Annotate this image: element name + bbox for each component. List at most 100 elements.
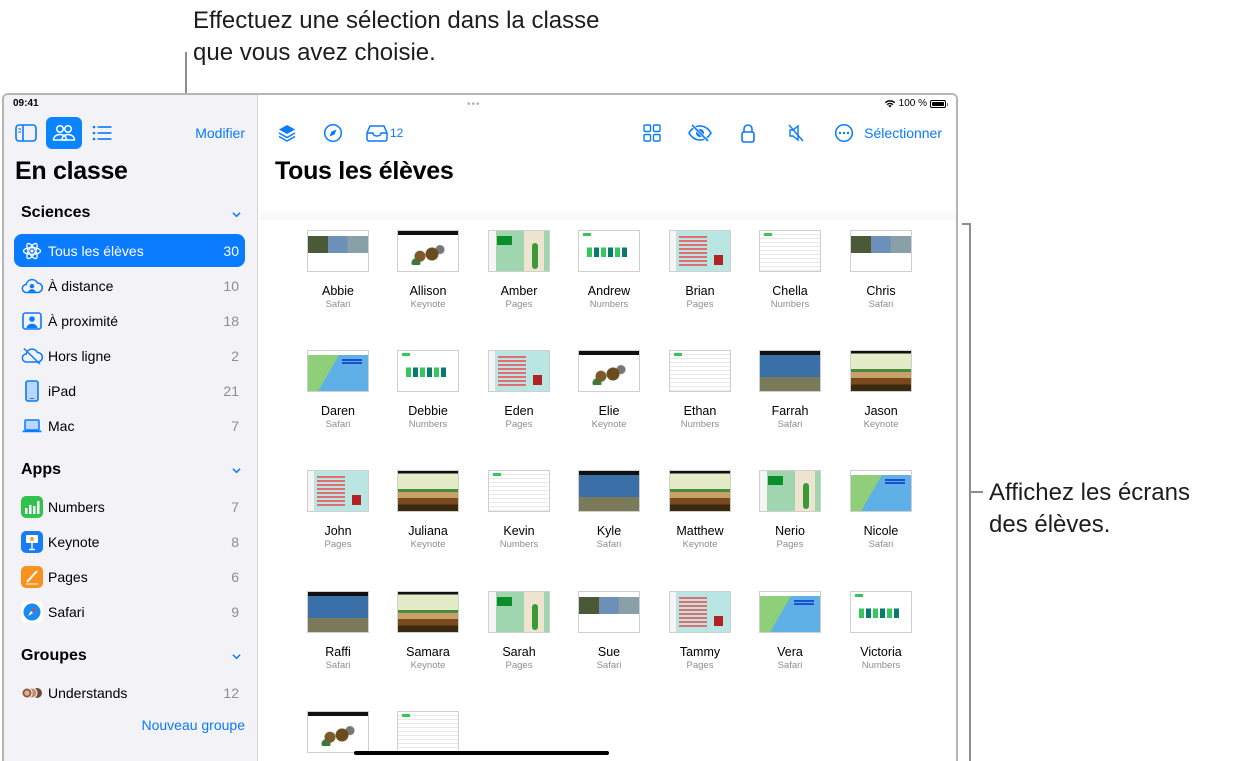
list-view-icon[interactable] (88, 119, 116, 147)
new-group-button[interactable]: Nouveau groupe (141, 717, 245, 733)
student-tile[interactable]: Sue Safari (564, 591, 654, 671)
eye-slash-icon[interactable] (688, 121, 713, 145)
numbers-app-icon (21, 495, 43, 518)
select-button[interactable]: Sélectionner (864, 125, 942, 141)
student-screen-thumbnail[interactable] (669, 591, 731, 633)
student-screen-thumbnail[interactable] (759, 350, 821, 392)
student-tile[interactable]: Debbie Numbers (383, 350, 473, 430)
student-screen-thumbnail[interactable] (307, 591, 369, 633)
chevron-down-icon[interactable] (232, 466, 241, 475)
home-indicator[interactable] (354, 751, 609, 755)
student-tile[interactable]: Farrah Safari (745, 350, 835, 430)
student-tile[interactable] (383, 711, 473, 753)
student-tile[interactable]: Samara Keynote (383, 591, 473, 671)
student-screen-thumbnail[interactable] (850, 470, 912, 512)
student-tile[interactable]: Chella Numbers (745, 230, 835, 310)
lock-icon[interactable] (736, 121, 760, 145)
sidebar-item-nearby[interactable]: À proximité 18 (14, 304, 245, 337)
student-tile[interactable]: Amber Pages (474, 230, 564, 310)
student-tile[interactable]: Kyle Safari (564, 470, 654, 550)
student-tile[interactable]: Brian Pages (655, 230, 745, 310)
student-tile[interactable]: Vera Safari (745, 591, 835, 671)
student-tile[interactable]: Matthew Keynote (655, 470, 745, 550)
student-tile[interactable]: Victoria Numbers (836, 591, 926, 671)
student-screen-thumbnail[interactable] (397, 470, 459, 512)
student-tile[interactable]: Nicole Safari (836, 470, 926, 550)
sidebar-item-ipad[interactable]: iPad 21 (14, 374, 245, 407)
sidebar-item-pages[interactable]: Pages 6 (14, 560, 245, 593)
student-tile[interactable]: John Pages (293, 470, 383, 550)
inbox-icon[interactable] (365, 121, 389, 145)
sidebar-item-numbers[interactable]: Numbers 7 (14, 490, 245, 523)
student-screen-thumbnail[interactable] (578, 350, 640, 392)
student-name: Samara (406, 645, 450, 659)
student-tile[interactable]: Chris Safari (836, 230, 926, 310)
student-screen-thumbnail[interactable] (759, 591, 821, 633)
student-screen-thumbnail[interactable] (578, 230, 640, 272)
student-screen-thumbnail[interactable] (397, 591, 459, 633)
sidebar-item-remote[interactable]: À distance 10 (14, 269, 245, 302)
student-screen-thumbnail[interactable] (488, 591, 550, 633)
student-tile[interactable]: Andrew Numbers (564, 230, 654, 310)
speaker-mute-icon[interactable] (784, 121, 808, 145)
section-header-sciences[interactable]: Sciences (21, 204, 90, 222)
sidebar-item-offline[interactable]: Hors ligne 2 (14, 339, 245, 372)
student-tile[interactable]: Jason Keynote (836, 350, 926, 430)
student-name: Jason (864, 404, 898, 418)
student-screen-thumbnail[interactable] (307, 711, 369, 753)
edit-button[interactable]: Modifier (195, 125, 245, 141)
student-screen-thumbnail[interactable] (397, 711, 459, 753)
chevron-down-icon[interactable] (232, 652, 241, 661)
student-tile[interactable]: Tammy Pages (655, 591, 745, 671)
student-tile[interactable]: Sarah Pages (474, 591, 564, 671)
student-screen-thumbnail[interactable] (669, 230, 731, 272)
sidebar-item-group-understands[interactable]: Understands 12 (14, 676, 245, 709)
students-view-icon[interactable] (46, 117, 82, 149)
student-screen-thumbnail[interactable] (669, 350, 731, 392)
student-tile[interactable]: Nerio Pages (745, 470, 835, 550)
student-screen-thumbnail[interactable] (397, 230, 459, 272)
chevron-down-icon[interactable] (232, 210, 241, 219)
student-screen-thumbnail[interactable] (578, 591, 640, 633)
student-screen-thumbnail[interactable] (578, 470, 640, 512)
student-screen-thumbnail[interactable] (850, 350, 912, 392)
section-header-groups[interactable]: Groupes (21, 647, 87, 665)
layers-icon[interactable] (275, 121, 299, 145)
student-screen-thumbnail[interactable] (759, 470, 821, 512)
student-screen-thumbnail[interactable] (850, 230, 912, 272)
student-screen-thumbnail[interactable] (307, 350, 369, 392)
student-screen-thumbnail[interactable] (307, 230, 369, 272)
student-screen-thumbnail[interactable] (307, 470, 369, 512)
main-toolbar-left: 12 (275, 121, 403, 145)
student-tile[interactable]: Kevin Numbers (474, 470, 564, 550)
student-screen-thumbnail[interactable] (397, 350, 459, 392)
sidebar-item-keynote[interactable]: Keynote 8 (14, 525, 245, 558)
sidebar-item-label: Pages (48, 568, 88, 585)
sidebar-item-all-students[interactable]: Tous les élèves 30 (14, 234, 245, 267)
grid-icon[interactable] (640, 121, 664, 145)
student-screen-thumbnail[interactable] (850, 591, 912, 633)
student-tile[interactable] (293, 711, 383, 753)
student-app: Safari (325, 299, 351, 310)
student-screen-thumbnail[interactable] (488, 470, 550, 512)
student-tile[interactable]: Allison Keynote (383, 230, 473, 310)
student-screen-thumbnail[interactable] (488, 350, 550, 392)
sidebar-item-safari[interactable]: Safari 9 (14, 595, 245, 628)
student-screen-thumbnail[interactable] (759, 230, 821, 272)
student-screen-thumbnail[interactable] (488, 230, 550, 272)
sidebar-toggle-icon[interactable] (12, 119, 40, 147)
compass-icon[interactable] (321, 121, 345, 145)
multitasking-dots[interactable]: ••• (467, 99, 481, 110)
student-tile[interactable]: Raffi Safari (293, 591, 383, 671)
more-icon[interactable] (832, 121, 856, 145)
student-tile[interactable]: Daren Safari (293, 350, 383, 430)
student-screen-thumbnail[interactable] (669, 470, 731, 512)
student-app: Pages (776, 539, 804, 550)
student-tile[interactable]: Eden Pages (474, 350, 564, 430)
section-header-apps[interactable]: Apps (21, 461, 61, 479)
sidebar-item-mac[interactable]: Mac 7 (14, 409, 245, 442)
student-tile[interactable]: Ethan Numbers (655, 350, 745, 430)
student-tile[interactable]: Juliana Keynote (383, 470, 473, 550)
student-tile[interactable]: Elie Keynote (564, 350, 654, 430)
student-tile[interactable]: Abbie Safari (293, 230, 383, 310)
